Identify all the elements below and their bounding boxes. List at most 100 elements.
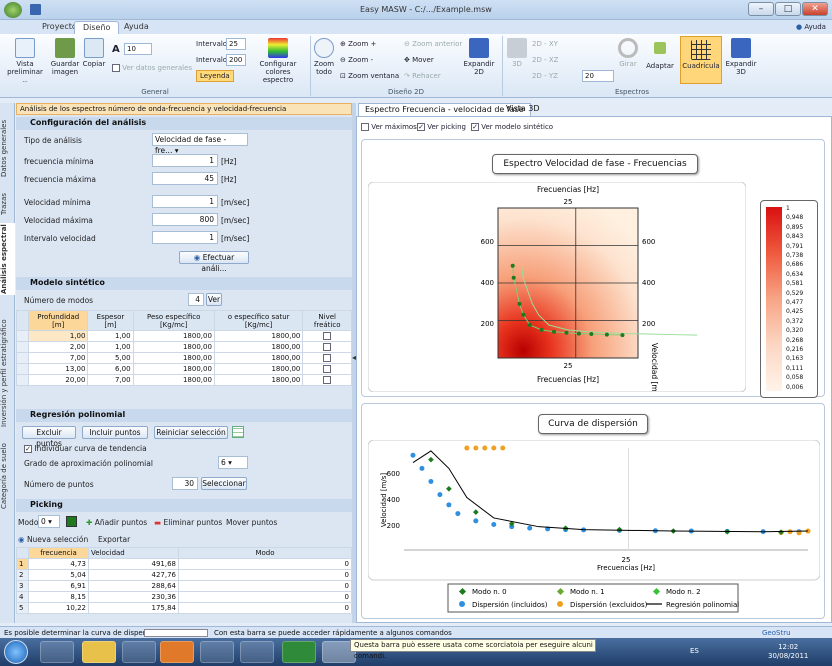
- incluir-button[interactable]: Incluir puntos: [82, 426, 148, 439]
- app-logo-icon[interactable]: [4, 2, 22, 18]
- table-row[interactable]: 4 8,15 230,36 0: [16, 591, 352, 603]
- table-row[interactable]: 2 5,04 427,76 0: [16, 569, 352, 581]
- modelo-section-header[interactable]: Modelo sintético: [16, 277, 352, 290]
- cell[interactable]: 1800,00: [132, 341, 215, 353]
- vtab-categoria-suelo[interactable]: Categoría de suelo: [0, 441, 15, 511]
- cell[interactable]: 1800,00: [213, 363, 304, 375]
- tipo-select[interactable]: Velocidad de fase - fre... ▾: [152, 133, 248, 155]
- seleccionar-button[interactable]: Seleccionar: [201, 477, 247, 490]
- cell[interactable]: 1800,00: [213, 374, 304, 386]
- ver-datos-checkbox[interactable]: Ver datos generales: [112, 64, 192, 72]
- individuar-checkbox[interactable]: ✓ Individuar curva de tendencia: [24, 444, 147, 453]
- help-link[interactable]: ● Ayuda: [796, 23, 826, 31]
- cell[interactable]: 5,04: [28, 569, 89, 581]
- fmax-input[interactable]: 45: [152, 172, 218, 185]
- cell[interactable]: 20,00: [27, 374, 89, 386]
- col-peso-sat[interactable]: o específico satur [Kg/mc]: [213, 310, 304, 331]
- table-icon[interactable]: [232, 426, 244, 438]
- dispersion-point[interactable]: [482, 445, 488, 451]
- view-3d-button[interactable]: 3D: [506, 38, 528, 68]
- dispersion-point[interactable]: [473, 518, 479, 524]
- vista-preliminar-button[interactable]: Vista preliminar ..: [4, 38, 46, 84]
- dispersion-point[interactable]: [473, 445, 479, 451]
- chrome-icon[interactable]: [200, 641, 234, 663]
- cell[interactable]: 1,00: [87, 330, 134, 342]
- zoom-ventana-button[interactable]: ⊡ Zoom ventana: [340, 72, 399, 80]
- mover-button[interactable]: ✥ Mover: [404, 56, 434, 64]
- ver-maximos-checkbox[interactable]: Ver máximos: [361, 123, 417, 131]
- modo-select[interactable]: 0 ▾: [38, 515, 60, 528]
- vmax-input[interactable]: 800: [152, 213, 218, 226]
- dispersion-point[interactable]: [491, 522, 497, 527]
- folder-icon[interactable]: [82, 641, 116, 663]
- cell[interactable]: 8,15: [28, 591, 89, 603]
- nmodos-input[interactable]: 4: [188, 293, 204, 306]
- maximize-button[interactable]: □: [775, 2, 801, 16]
- fmin-input[interactable]: 1: [152, 154, 218, 167]
- tab-diseno[interactable]: Diseño: [74, 21, 120, 34]
- excel-icon[interactable]: [282, 641, 316, 663]
- media-icon[interactable]: [122, 641, 156, 663]
- picked-point[interactable]: [511, 275, 516, 280]
- exportar-button[interactable]: Exportar: [98, 535, 130, 544]
- picked-point[interactable]: [589, 332, 594, 336]
- vtab-trazas[interactable]: Trazas: [0, 189, 15, 219]
- cuadricula-button[interactable]: Cuadrícula: [680, 36, 722, 84]
- dispersion-point[interactable]: [419, 465, 425, 471]
- col-profundidad[interactable]: Profundidad [m]: [27, 310, 89, 331]
- ver-button[interactable]: Ver: [206, 293, 222, 306]
- configurar-colores-button[interactable]: Configurar colores espectro: [250, 38, 306, 84]
- dispersion-point[interactable]: [437, 492, 443, 498]
- cell[interactable]: 1800,00: [132, 363, 215, 375]
- table-row[interactable]: 20,00 7,00 1800,00 1800,00: [16, 374, 352, 386]
- col-frecuencia[interactable]: frecuencia: [28, 547, 89, 559]
- cell[interactable]: 427,76: [88, 569, 179, 581]
- vtab-inversion[interactable]: Inversión y perfil estratigráfico: [0, 313, 15, 433]
- font-size-select[interactable]: 10: [124, 43, 152, 55]
- picked-point[interactable]: [604, 332, 609, 337]
- col-peso[interactable]: Peso específico [Kg/mc]: [132, 310, 215, 331]
- ver-modelo-checkbox[interactable]: ✓ Ver modelo sintético: [471, 123, 553, 131]
- cell[interactable]: 0: [178, 569, 352, 581]
- table-row[interactable]: 2,00 1,00 1800,00 1800,00: [16, 341, 352, 353]
- picked-point[interactable]: [564, 330, 569, 335]
- save-quick-icon[interactable]: [30, 4, 41, 15]
- zoom-anterior-button[interactable]: ⊖ Zoom anterior: [404, 40, 462, 48]
- picking-section-header[interactable]: Picking: [16, 499, 352, 512]
- table-row[interactable]: 3 6,91 288,64 0: [16, 580, 352, 592]
- expandir-2d-button[interactable]: Expandir 2D: [462, 38, 496, 76]
- cell[interactable]: 1800,00: [213, 352, 304, 364]
- reiniciar-button[interactable]: Reiniciar selección: [154, 426, 228, 439]
- dispersion-point[interactable]: [428, 479, 434, 485]
- dispersion-point[interactable]: [464, 445, 470, 451]
- nivel-checkbox[interactable]: [323, 343, 332, 351]
- dispersion-point[interactable]: [410, 452, 416, 458]
- adaptar-button[interactable]: Adaptar: [644, 38, 676, 70]
- zoom-todo-button[interactable]: Zoom todo: [313, 38, 335, 76]
- picked-point[interactable]: [552, 329, 556, 334]
- cell[interactable]: 13,00: [27, 363, 89, 375]
- expandir-3d-button[interactable]: Expandir 3D: [724, 38, 758, 76]
- cell[interactable]: 0: [178, 558, 352, 570]
- cell[interactable]: 288,64: [88, 580, 179, 592]
- efectuar-analisis-button[interactable]: ◉ Efectuar análi...: [179, 251, 249, 273]
- cell[interactable]: 0: [178, 580, 352, 592]
- guardar-imagen-button[interactable]: Guardar imagen: [50, 38, 80, 76]
- picked-point[interactable]: [527, 323, 532, 328]
- nivel-checkbox[interactable]: [323, 365, 332, 373]
- copiar-button[interactable]: Copiar: [82, 38, 106, 68]
- leyenda-button[interactable]: Leyenda: [196, 70, 234, 82]
- table-row[interactable]: 1,00 1,00 1800,00 1800,00: [16, 330, 352, 342]
- picked-point[interactable]: [510, 263, 515, 268]
- zoom-in-button[interactable]: ⊕ Zoom +: [340, 40, 376, 48]
- rotation-input[interactable]: 20: [582, 70, 614, 82]
- col-modo[interactable]: Modo: [178, 547, 352, 559]
- npuntos-input[interactable]: 30: [172, 477, 198, 490]
- cell[interactable]: 1800,00: [213, 341, 304, 353]
- view-xz-button[interactable]: 2D - XZ: [532, 56, 558, 64]
- dispersion-point[interactable]: [446, 502, 452, 508]
- cell[interactable]: 1,00: [87, 341, 134, 353]
- cell[interactable]: 5,00: [87, 352, 134, 364]
- cell[interactable]: 0: [178, 591, 352, 603]
- cell[interactable]: 7,00: [27, 352, 89, 364]
